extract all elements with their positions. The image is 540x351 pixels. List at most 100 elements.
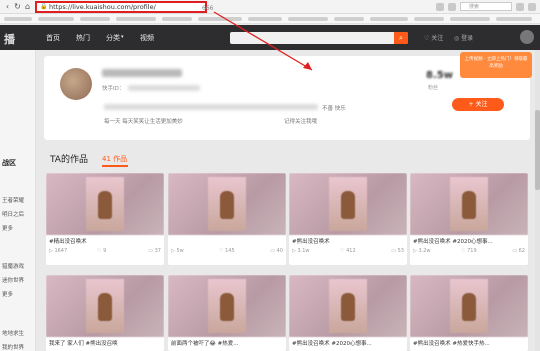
sidebar-item-survival[interactable]: 地地求生 [2, 329, 24, 337]
browser-search-input[interactable]: 搜索 [460, 2, 512, 11]
site-header: 播 首页 热门 分类 ▾ 视频 ⌕ ♡ 关注 ◎ 登录 [0, 25, 540, 50]
bookmark-item[interactable] [80, 17, 110, 21]
bookmark-item[interactable] [248, 17, 282, 21]
site-logo[interactable]: 播 [4, 31, 15, 47]
likes-count: ♡ 145 [219, 248, 235, 254]
video-title[interactable]: 前面两个被吓了😂 #热爱... [171, 339, 283, 347]
sidebar-item-mini-world[interactable]: 迷你世界 [2, 276, 24, 284]
fans-label: 粉丝 [428, 85, 439, 91]
likes-value: 9 [103, 248, 107, 254]
works-title: TA的作品 [50, 155, 88, 165]
video-card[interactable]: 我来了 家人们 #熊出没召唤▷ ♡ ▭ [46, 275, 164, 351]
profile-card: 快手ID： 不善 快乐 每一天 每天笑笑让生活更加美妙 记得关注我哦 8.5w … [44, 56, 530, 140]
video-card[interactable]: #熊出没召唤术 #2020心想事... ▷ 3.2w ♡ 719 ▭ 62 [410, 173, 528, 265]
video-thumbnail[interactable] [168, 275, 286, 337]
chevron-down-icon[interactable]: ▾ [121, 34, 124, 40]
user-avatar[interactable] [520, 30, 534, 44]
home-icon[interactable]: ⌂ [22, 1, 33, 12]
star-icon[interactable] [448, 2, 456, 11]
bookmark-item[interactable] [370, 17, 408, 21]
comments-value: 62 [518, 248, 525, 254]
extension-icon[interactable] [516, 2, 524, 11]
category-sidebar: 战区 王者荣耀 明日之后 更多 猎魔游戏 迷你世界 更多 地地求生 我的世界 [0, 50, 36, 351]
scrollbar-thumb[interactable] [535, 110, 540, 190]
views-value: 3.2w [418, 248, 431, 254]
comments-count: ▭ 37 [148, 248, 161, 254]
video-thumbnail[interactable] [410, 275, 528, 337]
bookmark-item[interactable] [162, 17, 192, 21]
likes-value: 145 [225, 248, 235, 254]
bookmark-item[interactable] [38, 17, 74, 21]
profile-name-blurred [102, 69, 182, 77]
video-thumbnail[interactable] [410, 173, 528, 235]
nav-video[interactable]: 视频 [140, 33, 154, 43]
sidebar-item-more[interactable]: 更多 [2, 224, 13, 232]
comments-count: ▭ 40 [270, 248, 283, 254]
likes-count: ♡ 719 [461, 248, 477, 254]
lock-icon: 🔒 [40, 3, 48, 10]
nav-hot[interactable]: 热门 [76, 33, 90, 43]
video-thumbnail[interactable] [46, 173, 164, 235]
video-card[interactable]: ▷ 5w ♡ 145 ▭ 40 [168, 173, 286, 265]
video-thumbnail[interactable] [168, 173, 286, 235]
video-thumbnail[interactable] [46, 275, 164, 337]
likes-value: 412 [346, 248, 356, 254]
video-card[interactable]: #熊出没召唤术 #2020心想事...▷ ♡ ▭ [289, 275, 407, 351]
menu-icon[interactable] [528, 2, 536, 11]
page-scrollbar[interactable] [535, 50, 540, 351]
bookmark-item[interactable] [496, 17, 532, 21]
upload-promo-badge[interactable]: 上传视频 · 立即上热门！领取最高奖励 [460, 52, 532, 78]
video-thumbnail[interactable] [289, 173, 407, 235]
follow-link[interactable]: ♡ 关注 [424, 33, 443, 42]
bookmark-item[interactable] [414, 17, 444, 21]
sidebar-item-more-2[interactable]: 更多 [2, 290, 13, 298]
sidebar-item-lifeafter[interactable]: 明日之后 [2, 210, 24, 218]
video-title[interactable]: #熊出没召唤术 #热爱快手热... [413, 339, 525, 347]
bookmark-item[interactable] [450, 17, 490, 21]
browser-toolbar: ‹ ↻ ⌂ 🔒 https://live.kuaishou.com/profil… [0, 0, 540, 14]
video-title[interactable]: 我来了 家人们 #熊出没召唤 [49, 339, 161, 347]
url-tail: 666 [202, 5, 214, 12]
works-count-tab[interactable]: 41 作品 [102, 154, 127, 164]
sidebar-item-zone[interactable]: 战区 [2, 158, 16, 168]
video-title[interactable]: #熊出没召唤术 [292, 237, 404, 245]
sidebar-item-minecraft[interactable]: 我的世界 [2, 343, 24, 351]
views-value: 1647 [54, 248, 68, 254]
bookmark-item[interactable] [288, 17, 328, 21]
nav-category[interactable]: 分类 [106, 33, 120, 43]
video-title[interactable]: #熊出没召唤术 #2020心想事... [413, 237, 525, 245]
search-icon[interactable]: ⌕ [394, 32, 408, 44]
comments-value: 40 [276, 248, 283, 254]
video-title[interactable]: #精出没召唤术 [49, 237, 161, 245]
bookmark-item[interactable] [116, 17, 156, 21]
video-card[interactable]: #精出没召唤术 ▷ 1647 ♡ 9 ▭ 37 [46, 173, 164, 265]
bear-costume-figure [341, 191, 355, 219]
bookmark-item[interactable] [4, 17, 32, 21]
lightning-icon[interactable] [436, 2, 444, 11]
video-card[interactable]: #熊出没召唤术 #热爱快手热...▷ ♡ ▭ [410, 275, 528, 351]
video-card[interactable]: 前面两个被吓了😂 #热爱...▷ ♡ ▭ [168, 275, 286, 351]
url-text: https://live.kuaishou.com/profile/ [49, 3, 156, 11]
views-count: ▷ 3.1w [292, 248, 310, 254]
bookmark-item[interactable] [198, 17, 242, 21]
video-title[interactable]: #熊出没召唤术 #2020心想事... [292, 339, 404, 347]
sidebar-item-honor-of-kings[interactable]: 王者荣耀 [2, 196, 24, 204]
bookmark-item[interactable] [334, 17, 364, 21]
nav-home[interactable]: 首页 [46, 33, 60, 43]
kuaishou-id-blurred [128, 85, 200, 91]
video-thumbnail[interactable] [289, 275, 407, 337]
likes-value: 719 [467, 248, 477, 254]
bear-costume-figure [98, 293, 112, 321]
login-link[interactable]: ◎ 登录 [454, 33, 473, 42]
site-search-input[interactable]: ⌕ [230, 32, 408, 44]
video-card[interactable]: #熊出没召唤术 ▷ 3.1w ♡ 412 ▭ 53 [289, 173, 407, 265]
bear-costume-figure [341, 293, 355, 321]
bear-costume-figure [462, 293, 476, 321]
kuaishou-id-label: 快手ID： [102, 86, 125, 92]
sidebar-item-hunting[interactable]: 猎魔游戏 [2, 262, 24, 270]
address-bar[interactable]: 🔒 https://live.kuaishou.com/profile/ 666 [35, 1, 213, 13]
views-count: ▷ 1647 [49, 248, 68, 254]
bear-costume-figure [462, 191, 476, 219]
bio-line2: 每一天 每天笑笑让生活更加美妙 [104, 119, 183, 125]
follow-button[interactable]: + 关注 [452, 98, 504, 111]
